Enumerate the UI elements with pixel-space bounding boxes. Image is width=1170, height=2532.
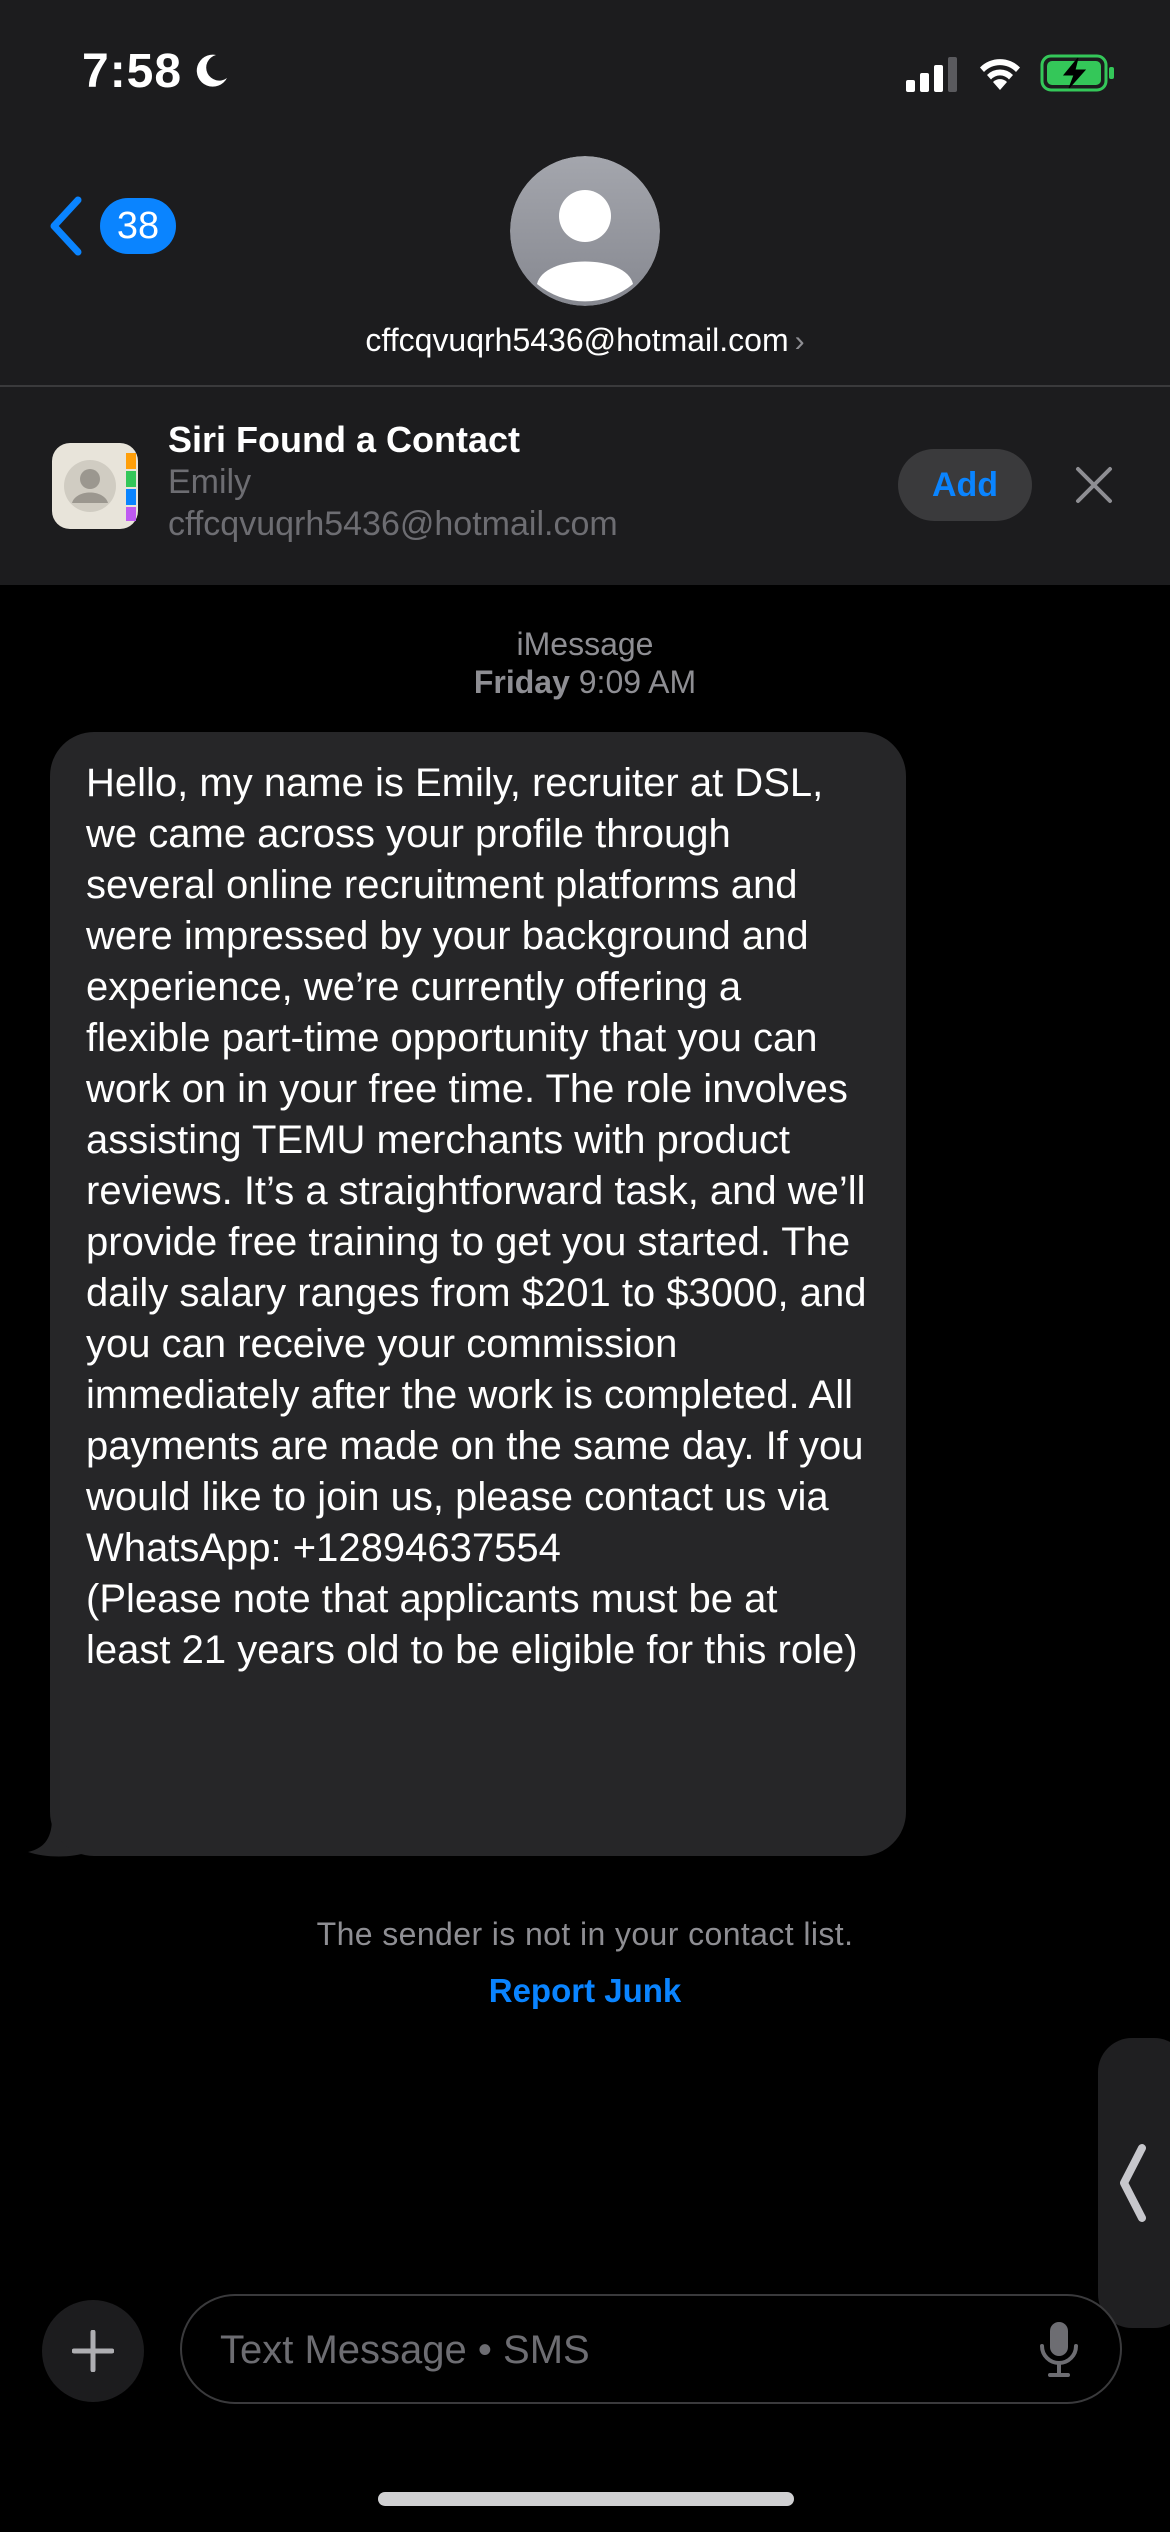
unread-count-badge: 38 — [100, 198, 176, 254]
message-timestamp: Friday 9:09 AM — [0, 664, 1170, 701]
wifi-icon — [980, 59, 1020, 90]
status-time: 7:58 — [82, 45, 183, 98]
close-icon[interactable] — [1074, 465, 1114, 505]
apps-plus-button[interactable] — [42, 2300, 144, 2402]
chevron-right-icon: › — [794, 325, 805, 358]
report-junk-link[interactable]: Report Junk — [0, 1972, 1170, 2010]
contacts-app-icon — [52, 443, 138, 529]
message-input[interactable] — [220, 2320, 1000, 2380]
side-panel-handle[interactable] — [1098, 2038, 1170, 2328]
plus-icon — [72, 2330, 114, 2372]
timestamp-time: 9:09 AM — [578, 664, 697, 700]
conversation-header: 38 cffcqvuqrh5436@hotmail.com › — [0, 150, 1170, 386]
status-bar: 7:58 — [0, 0, 1170, 150]
chevron-left-icon — [1120, 2144, 1146, 2222]
service-label: iMessage — [516, 626, 654, 662]
siri-banner-title: Siri Found a Contact — [168, 419, 521, 460]
messages-screen: 7:58 38 cffcqvuqrh5436@hotmail.com › Sir… — [0, 0, 1170, 2532]
person-avatar-icon[interactable] — [510, 156, 660, 306]
unknown-sender-notice: The sender is not in your contact list. — [316, 1916, 854, 1952]
battery-charging-icon — [1040, 54, 1114, 92]
suggested-contact-email: cffcqvuqrh5436@hotmail.com — [168, 505, 618, 543]
siri-contact-banner: Siri Found a Contact Emily cffcqvuqrh543… — [0, 387, 1170, 585]
cellular-signal-icon — [906, 57, 957, 92]
contact-address-text: cffcqvuqrh5436@hotmail.com — [365, 322, 789, 358]
suggested-contact-name: Emily — [168, 463, 252, 501]
incoming-message-bubble[interactable]: Hello, my name is Emily, recruiter at DS… — [50, 732, 906, 1856]
add-contact-button[interactable]: Add — [898, 449, 1032, 521]
back-button[interactable]: 38 — [44, 190, 184, 262]
timestamp-day: Friday — [473, 664, 570, 700]
chevron-left-icon — [50, 196, 82, 256]
message-input-container — [180, 2294, 1122, 2404]
contact-address[interactable]: cffcqvuqrh5436@hotmail.com › — [0, 322, 1170, 359]
home-indicator[interactable] — [378, 2492, 794, 2506]
microphone-icon[interactable] — [1036, 2320, 1082, 2380]
moon-icon — [196, 54, 227, 87]
